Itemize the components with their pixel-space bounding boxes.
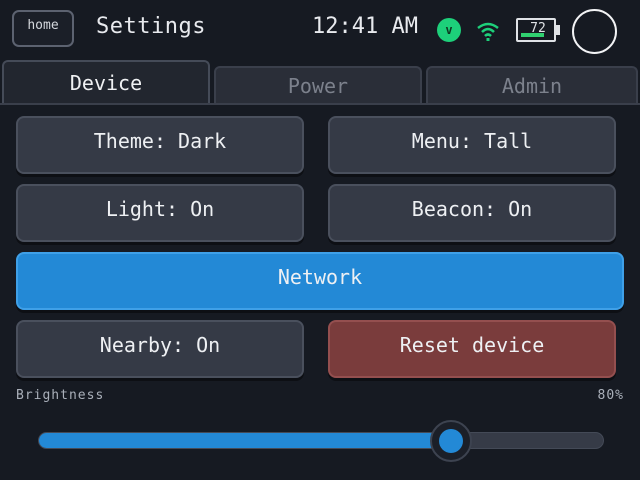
theme-button-label: Theme: Dark xyxy=(93,129,227,153)
slider-handle-dot xyxy=(439,429,463,453)
profile-icon[interactable] xyxy=(572,9,617,54)
page-title: Settings xyxy=(96,14,206,39)
tab-divider xyxy=(0,103,640,105)
status-bar: home Settings 12:41 AM v 72 xyxy=(0,0,640,56)
menu-button[interactable]: Menu: Tall xyxy=(328,116,616,174)
home-button-label: home xyxy=(27,18,59,33)
brightness-label: Brightness xyxy=(16,388,105,403)
tab-device-label: Device xyxy=(69,71,143,95)
battery-level: 72 xyxy=(530,21,546,36)
badge-letter: v xyxy=(445,23,453,37)
network-button-label: Network xyxy=(277,265,363,289)
light-button-label: Light: On xyxy=(105,197,215,221)
beacon-button[interactable]: Beacon: On xyxy=(328,184,616,242)
theme-button[interactable]: Theme: Dark xyxy=(16,116,304,174)
tab-power[interactable]: Power xyxy=(214,66,422,104)
tab-admin[interactable]: Admin xyxy=(426,66,638,104)
network-button[interactable]: Network xyxy=(16,252,624,310)
nearby-button-label: Nearby: On xyxy=(99,333,221,357)
battery-body: 72 xyxy=(516,18,556,42)
clock: 12:41 AM xyxy=(312,14,418,39)
nearby-button[interactable]: Nearby: On xyxy=(16,320,304,378)
tab-admin-label: Admin xyxy=(501,74,563,98)
menu-button-label: Menu: Tall xyxy=(411,129,533,153)
brightness-slider-track[interactable] xyxy=(38,432,604,449)
tab-device[interactable]: Device xyxy=(2,60,210,104)
reset-device-button-label: Reset device xyxy=(399,333,545,357)
reset-device-button[interactable]: Reset device xyxy=(328,320,616,378)
beacon-button-label: Beacon: On xyxy=(411,197,533,221)
brightness-slider-fill xyxy=(39,433,452,448)
brightness-value: 80% xyxy=(597,388,624,403)
battery-tip xyxy=(556,25,560,35)
home-button[interactable]: home xyxy=(12,10,74,47)
light-button[interactable]: Light: On xyxy=(16,184,304,242)
battery-icon: 72 xyxy=(516,18,562,44)
brightness-slider-handle[interactable] xyxy=(430,420,472,462)
wifi-icon xyxy=(477,22,499,41)
connection-badge-icon: v xyxy=(437,18,461,42)
tab-power-label: Power xyxy=(287,74,349,98)
